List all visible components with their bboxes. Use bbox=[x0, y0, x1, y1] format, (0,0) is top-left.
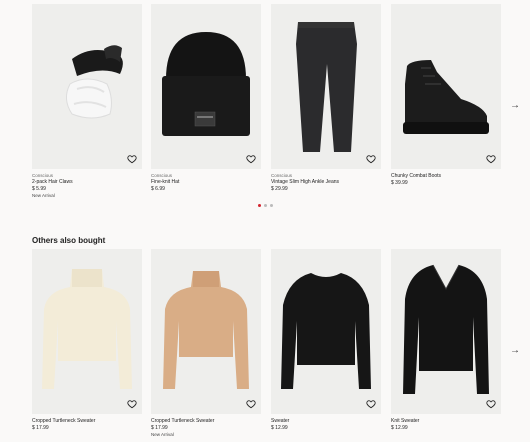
section-heading: Others also bought bbox=[32, 236, 106, 245]
favorite-heart-icon[interactable] bbox=[365, 398, 377, 410]
product-image-knit-hat[interactable] bbox=[151, 4, 261, 169]
product-price: $ 17.99 bbox=[32, 425, 49, 431]
favorite-heart-icon[interactable] bbox=[126, 153, 138, 165]
favorite-heart-icon[interactable] bbox=[485, 398, 497, 410]
product-price: $ 5.99 bbox=[32, 186, 46, 192]
favorite-heart-icon[interactable] bbox=[245, 398, 257, 410]
pagination-dot[interactable] bbox=[270, 204, 273, 207]
pagination-dot[interactable] bbox=[258, 204, 261, 207]
favorite-heart-icon[interactable] bbox=[365, 153, 377, 165]
product-image-jeans[interactable] bbox=[271, 4, 381, 169]
favorite-heart-icon[interactable] bbox=[245, 153, 257, 165]
product-name[interactable]: Fine-knit Hat bbox=[151, 179, 261, 186]
favorite-heart-icon[interactable] bbox=[485, 153, 497, 165]
product-price: $ 39.99 bbox=[391, 180, 408, 186]
product-price: $ 12.99 bbox=[391, 425, 408, 431]
product-card[interactable]: Knit Sweater $ 12.99 bbox=[391, 249, 501, 432]
product-name[interactable]: Cropped Turtleneck Sweater bbox=[151, 418, 261, 425]
product-name[interactable]: Vintage Slim High Ankle Jeans bbox=[271, 179, 381, 186]
new-arrival-badge: New Arrival bbox=[151, 432, 174, 437]
product-image-black-knit-sweater[interactable] bbox=[391, 249, 501, 414]
product-card[interactable]: Cropped Turtleneck Sweater $ 17.99 bbox=[32, 249, 142, 432]
product-carousel: Conscious 2-pack Hair Claws $ 5.99 New A… bbox=[0, 0, 530, 215]
product-price: $ 29.99 bbox=[271, 186, 288, 192]
favorite-heart-icon[interactable] bbox=[126, 398, 138, 410]
product-image-combat-boots[interactable] bbox=[391, 4, 501, 169]
product-price: $ 17.99 bbox=[151, 425, 168, 431]
carousel-pagination bbox=[258, 204, 273, 207]
product-image-beige-turtleneck[interactable] bbox=[151, 249, 261, 414]
others-also-bought-section: Others also bought Cropped Turtleneck Sw… bbox=[0, 232, 530, 442]
product-image-black-sweater[interactable] bbox=[271, 249, 381, 414]
product-card[interactable]: Conscious Fine-knit Hat $ 6.99 bbox=[151, 4, 261, 193]
pagination-dot[interactable] bbox=[264, 204, 267, 207]
product-name[interactable]: Cropped Turtleneck Sweater bbox=[32, 418, 142, 425]
product-card[interactable]: Cropped Turtleneck Sweater $ 17.99 New A… bbox=[151, 249, 261, 438]
product-card[interactable]: Chunky Combat Boots $ 39.99 bbox=[391, 4, 501, 187]
product-price: $ 12.99 bbox=[271, 425, 288, 431]
product-image-hair-claws[interactable] bbox=[32, 4, 142, 169]
product-name[interactable]: 2-pack Hair Claws bbox=[32, 179, 142, 186]
product-card[interactable]: Conscious 2-pack Hair Claws $ 5.99 New A… bbox=[32, 4, 142, 199]
carousel-next-arrow-icon[interactable]: → bbox=[510, 346, 520, 356]
carousel-next-arrow-icon[interactable]: → bbox=[510, 101, 520, 111]
product-name[interactable]: Knit Sweater bbox=[391, 418, 501, 425]
product-price: $ 6.99 bbox=[151, 186, 165, 192]
product-name[interactable]: Chunky Combat Boots bbox=[391, 173, 501, 180]
product-card[interactable]: Sweater $ 12.99 bbox=[271, 249, 381, 432]
product-name[interactable]: Sweater bbox=[271, 418, 381, 425]
product-image-cream-turtleneck[interactable] bbox=[32, 249, 142, 414]
new-arrival-badge: New Arrival bbox=[32, 193, 55, 198]
product-card[interactable]: Conscious Vintage Slim High Ankle Jeans … bbox=[271, 4, 381, 193]
